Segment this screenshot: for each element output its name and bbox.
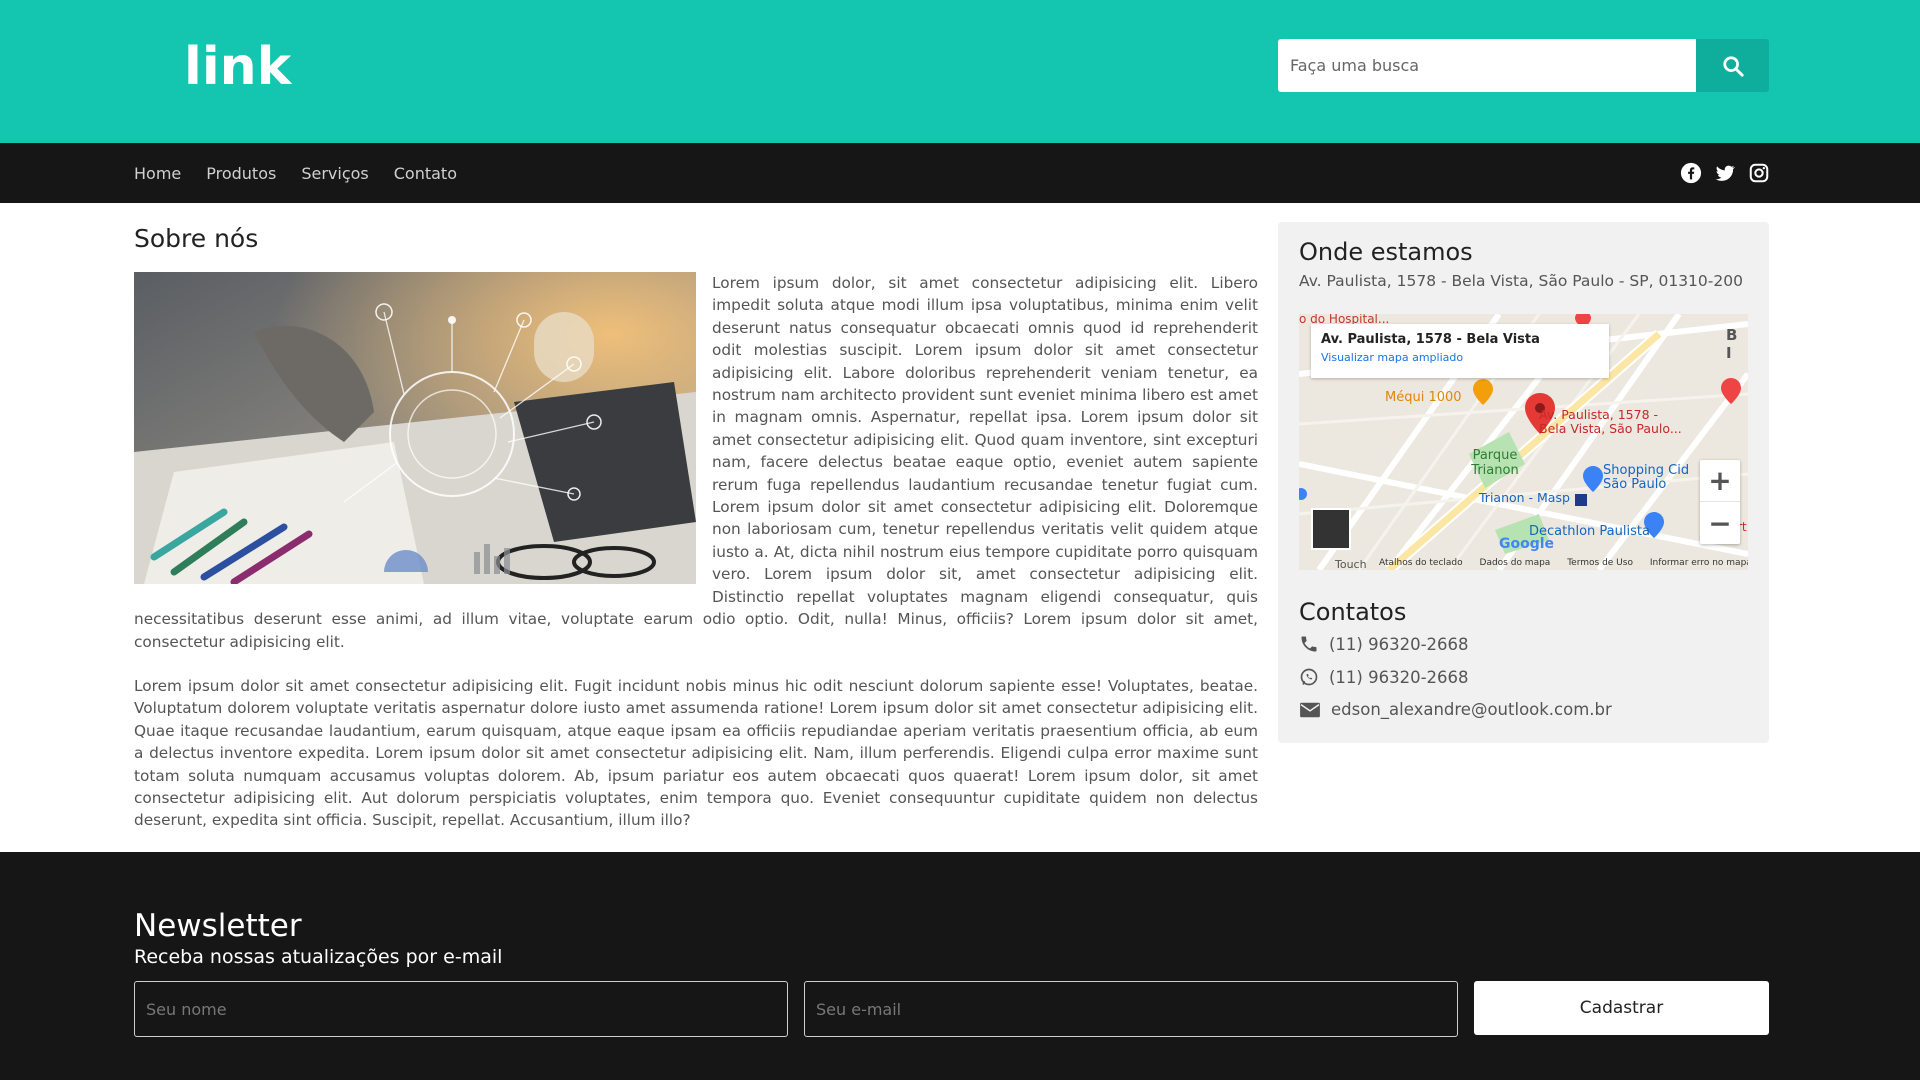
newsletter-subtitle: Receba nossas atualizações por e-mail bbox=[134, 946, 503, 968]
search-input[interactable] bbox=[1278, 39, 1696, 92]
nav-item-contato[interactable]: Contato bbox=[394, 164, 457, 183]
logo[interactable]: link bbox=[184, 36, 314, 94]
top-header: link bbox=[0, 0, 1920, 143]
map-satellite-toggle[interactable] bbox=[1311, 508, 1351, 550]
nav-item-home[interactable]: Home bbox=[134, 164, 181, 183]
search-icon bbox=[1722, 55, 1744, 77]
contact-whatsapp-text: (11) 96320-2668 bbox=[1329, 667, 1469, 687]
map-label-pin: Av. Paulista, 1578 - Bela Vista, São Pau… bbox=[1539, 407, 1682, 436]
contacts-title: Contatos bbox=[1299, 598, 1407, 626]
twitter-icon[interactable] bbox=[1714, 162, 1736, 184]
map-info-card: Av. Paulista, 1578 - Bela Vista Visualiz… bbox=[1311, 324, 1609, 378]
map-zoom-controls: + − bbox=[1700, 460, 1740, 544]
whatsapp-icon bbox=[1300, 668, 1318, 686]
map-footer: Atalhos do teclado Dados do mapa Termos … bbox=[1379, 558, 1748, 568]
location-title: Onde estamos bbox=[1299, 238, 1473, 266]
map-footer-report[interactable]: Informar erro no mapa bbox=[1650, 558, 1748, 568]
contact-phone-text: (11) 96320-2668 bbox=[1329, 634, 1469, 654]
page-title: Sobre nós bbox=[134, 224, 259, 253]
embedded-map[interactable]: o do Hospital... Méqui 1000 Av. Paulista… bbox=[1299, 314, 1748, 570]
address-text: Av. Paulista, 1578 - Bela Vista, São Pau… bbox=[1299, 272, 1743, 290]
map-label-bi: B I bbox=[1726, 326, 1738, 362]
newsletter-name-input[interactable] bbox=[134, 981, 788, 1037]
map-label-parque: Parque Trianon bbox=[1471, 448, 1519, 478]
newsletter-title: Newsletter bbox=[134, 908, 302, 944]
envelope-icon bbox=[1300, 702, 1320, 717]
contact-whatsapp: (11) 96320-2668 bbox=[1299, 667, 1469, 687]
sidebar: Onde estamos Av. Paulista, 1578 - Bela V… bbox=[1278, 222, 1769, 743]
logo-text: link bbox=[184, 37, 293, 94]
phone-icon bbox=[1301, 636, 1317, 652]
contact-phone: (11) 96320-2668 bbox=[1299, 634, 1469, 654]
article-paragraph-2: Lorem ipsum dolor sit amet consectetur a… bbox=[134, 676, 1258, 830]
contact-email: edson_alexandre@outlook.com.br bbox=[1299, 700, 1612, 719]
map-label-touch: Touch bbox=[1335, 558, 1367, 570]
map-footer-terms[interactable]: Termos de Uso bbox=[1567, 558, 1633, 568]
map-footer-shortcuts[interactable]: Atalhos do teclado bbox=[1379, 558, 1463, 568]
map-card-title: Av. Paulista, 1578 - Bela Vista bbox=[1321, 332, 1540, 347]
contact-email-text[interactable]: edson_alexandre@outlook.com.br bbox=[1331, 700, 1612, 719]
main-nav: Home Produtos Serviços Contato bbox=[0, 143, 1920, 203]
nav-item-produtos[interactable]: Produtos bbox=[206, 164, 276, 183]
google-logo: Google bbox=[1499, 536, 1555, 552]
map-label-mequi: Méqui 1000 bbox=[1385, 390, 1462, 405]
newsletter-footer: Newsletter Receba nossas atualizações po… bbox=[0, 852, 1920, 1080]
map-label-shopping: Shopping Cid São Paulo bbox=[1603, 463, 1690, 492]
hero-image bbox=[134, 272, 696, 584]
search-bar bbox=[1278, 39, 1769, 92]
search-button[interactable] bbox=[1696, 39, 1769, 92]
nav-links: Home Produtos Serviços Contato bbox=[134, 143, 457, 203]
zoom-out-button[interactable]: − bbox=[1700, 502, 1740, 544]
map-footer-data[interactable]: Dados do mapa bbox=[1480, 558, 1551, 568]
newsletter-submit-button[interactable]: Cadastrar bbox=[1474, 981, 1769, 1035]
social-links bbox=[1680, 143, 1770, 203]
map-label-trianon: Trianon - Masp bbox=[1479, 490, 1570, 505]
nav-item-servicos[interactable]: Serviços bbox=[301, 164, 368, 183]
instagram-icon[interactable] bbox=[1748, 162, 1770, 184]
about-article: Lorem ipsum dolor, sit amet consectetur … bbox=[134, 272, 1258, 854]
facebook-icon[interactable] bbox=[1680, 162, 1702, 184]
zoom-in-button[interactable]: + bbox=[1700, 460, 1740, 502]
newsletter-email-input[interactable] bbox=[804, 981, 1458, 1037]
map-enlarge-link[interactable]: Visualizar mapa ampliado bbox=[1321, 351, 1599, 364]
